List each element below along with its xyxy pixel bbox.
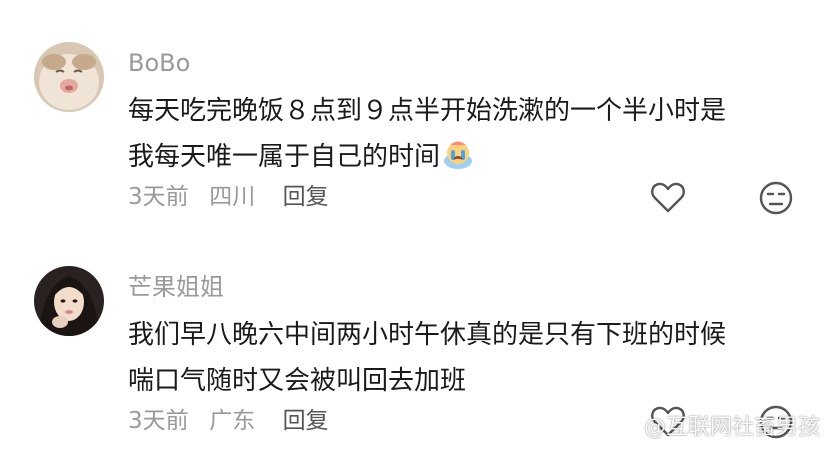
comment-line: 喘口气随时又会被叫回去加班: [128, 366, 467, 396]
comment-meta: 3天前 广东 回复: [128, 406, 329, 436]
username[interactable]: 芒果姐姐: [128, 272, 224, 302]
comment-line: 我们早八晚六中间两小时午休真的是只有下班的时候: [128, 320, 727, 350]
location: 广东: [209, 408, 256, 434]
watermark: @互联网社畜男孩: [611, 409, 820, 445]
avatar[interactable]: [34, 266, 104, 336]
weibo-icon: [611, 415, 640, 445]
watermark-text: @互联网社畜男孩: [643, 415, 820, 440]
reply-button[interactable]: 回复: [283, 408, 329, 434]
comment-item: 芒果姐姐 我们早八晚六中间两小时午休真的是只有下班的时候 喘口气随时又会被叫回去…: [0, 0, 828, 453]
comment-text: 我们早八晚六中间两小时午休真的是只有下班的时候 喘口气随时又会被叫回去加班: [128, 312, 788, 404]
timestamp: 3天前: [128, 408, 189, 434]
